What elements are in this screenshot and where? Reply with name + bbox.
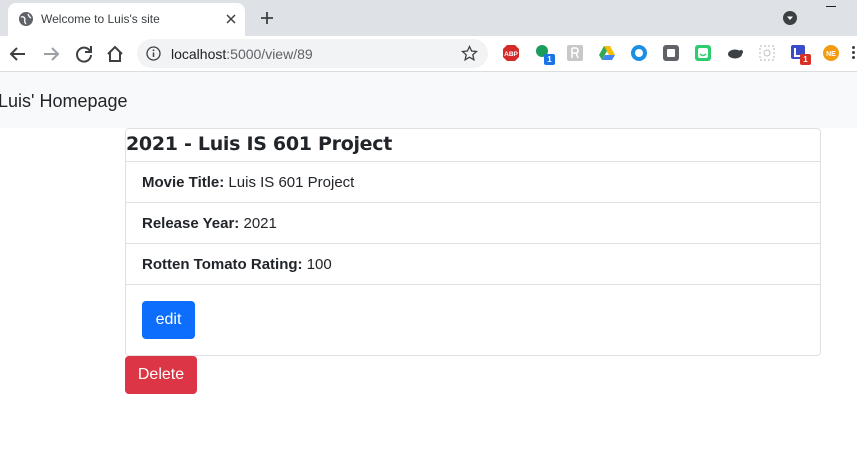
field-value: 100 bbox=[306, 256, 332, 273]
field-label: Release Year: bbox=[142, 215, 240, 232]
more-menu-icon[interactable] bbox=[852, 46, 855, 60]
tab-title: Welcome to Luis's site bbox=[41, 12, 160, 26]
tab-search-icon[interactable] bbox=[782, 10, 798, 26]
dashed-box-extension-icon[interactable] bbox=[758, 44, 776, 62]
field-value: Luis IS 601 Project bbox=[228, 174, 355, 191]
field-label: Movie Title: bbox=[142, 174, 225, 191]
url-text: localhost:5000/view/89 bbox=[171, 46, 313, 62]
gray-square-extension-icon[interactable] bbox=[662, 44, 680, 62]
orange-extension-icon[interactable]: NE bbox=[822, 44, 840, 62]
google-drive-icon[interactable] bbox=[598, 44, 616, 62]
ne-label: NE bbox=[826, 51, 836, 58]
rating-field: Rotten Tomato Rating: 100 bbox=[142, 256, 332, 273]
home-icon[interactable] bbox=[104, 43, 126, 65]
list-item: Rotten Tomato Rating: 100 bbox=[126, 244, 820, 285]
new-tab-icon[interactable] bbox=[258, 9, 276, 27]
extension-badge: 1 bbox=[800, 54, 811, 65]
green-extension-icon[interactable]: 1 bbox=[534, 44, 555, 65]
extension-badge: 1 bbox=[544, 54, 555, 65]
address-bar[interactable]: localhost:5000/view/89 bbox=[137, 39, 488, 68]
field-label: Rotten Tomato Rating: bbox=[142, 256, 303, 273]
tab-strip: Welcome to Luis's site bbox=[0, 0, 857, 36]
delete-button[interactable]: Delete bbox=[125, 356, 197, 394]
close-icon[interactable] bbox=[224, 12, 238, 26]
navbar-brand[interactable]: Luis' Homepage bbox=[0, 91, 128, 112]
minimize-button[interactable] bbox=[826, 6, 836, 7]
movie-card: 2021 - Luis IS 601 Project Movie Title: … bbox=[125, 128, 821, 356]
site-navbar: Luis' Homepage bbox=[0, 72, 857, 128]
adblock-plus-icon[interactable]: ABP bbox=[502, 44, 520, 62]
info-icon[interactable] bbox=[146, 46, 161, 61]
blue-extension-icon[interactable]: 1 bbox=[790, 44, 811, 65]
abp-label: ABP bbox=[504, 51, 518, 58]
field-value: 2021 bbox=[243, 215, 277, 232]
url-path: :5000/view/89 bbox=[226, 46, 313, 62]
list-item: Release Year: 2021 bbox=[126, 203, 820, 244]
reader-extension-icon[interactable] bbox=[566, 44, 584, 62]
list-item: Movie Title: Luis IS 601 Project bbox=[126, 162, 820, 203]
card-title: 2021 - Luis IS 601 Project bbox=[126, 133, 393, 155]
browser-toolbar: localhost:5000/view/89 ABP 1 1 NE bbox=[0, 36, 857, 72]
browser-tab[interactable]: Welcome to Luis's site bbox=[8, 3, 245, 36]
card-header: 2021 - Luis IS 601 Project bbox=[126, 129, 820, 162]
forward-arrow-icon[interactable] bbox=[40, 43, 62, 65]
reload-icon[interactable] bbox=[73, 43, 95, 65]
turtle-extension-icon[interactable] bbox=[726, 44, 744, 62]
release-year-field: Release Year: 2021 bbox=[142, 215, 277, 232]
url-host: localhost bbox=[171, 46, 227, 62]
circle-extension-icon[interactable] bbox=[630, 44, 648, 62]
green-face-extension-icon[interactable] bbox=[694, 44, 712, 62]
globe-icon bbox=[19, 12, 33, 26]
bookmark-star-icon[interactable] bbox=[461, 45, 478, 62]
edit-button[interactable]: edit bbox=[142, 301, 195, 339]
back-arrow-icon[interactable] bbox=[7, 43, 29, 65]
movie-title-field: Movie Title: Luis IS 601 Project bbox=[142, 174, 354, 191]
